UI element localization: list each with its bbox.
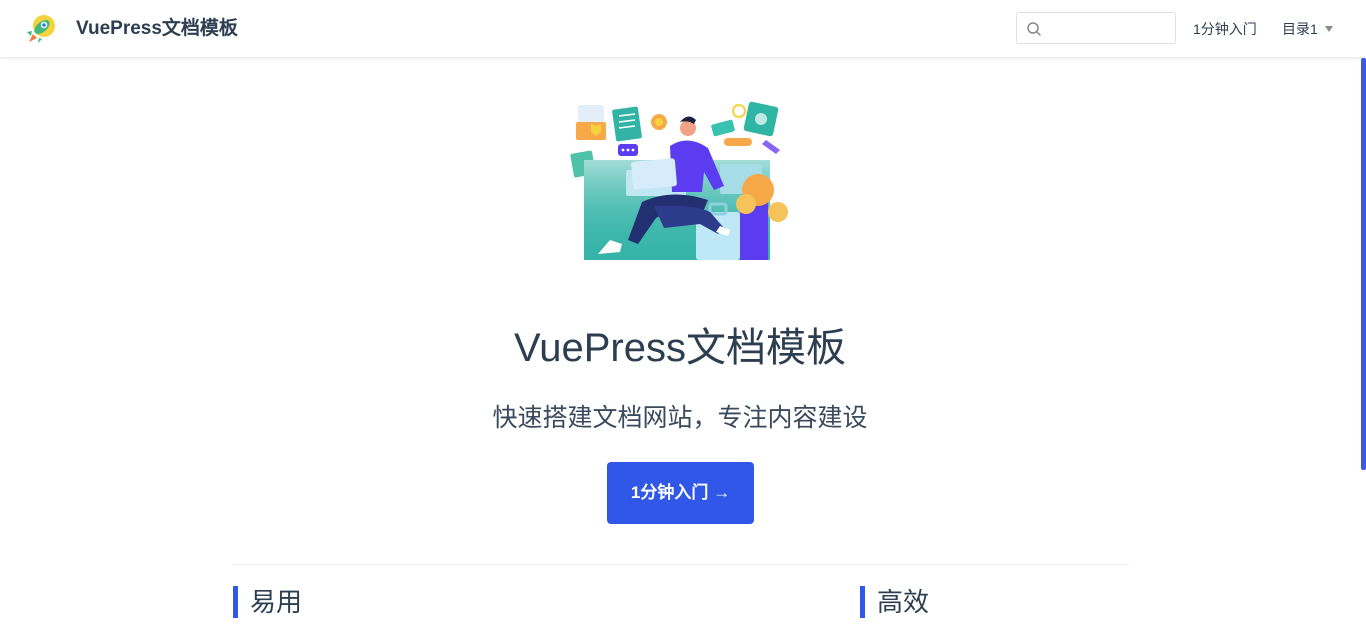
site-name[interactable]: VuePress文档模板 [76,17,238,41]
nav-link-quickstart[interactable]: 1分钟入门 [1193,20,1257,38]
chevron-down-icon [1324,26,1333,32]
nav-dropdown-toc[interactable]: 目录1 [1282,20,1333,38]
get-started-button[interactable]: 1分钟入门 → [607,462,754,524]
feature-title-efficient: 高效 [860,586,929,618]
hero-illustration [570,101,788,260]
feature-title-label: 易用 [250,587,303,617]
hero-title: VuePress文档模板 [514,326,846,370]
search-box[interactable] [1016,12,1176,44]
navbar: VuePress文档模板 1分钟入门 目录1 [0,0,1366,58]
divider [232,564,1129,565]
hero-description: 快速搭建文档网站，专注内容建设 [492,404,868,432]
search-input[interactable] [1047,17,1171,41]
feature-title-easy: 易用 [233,586,302,618]
nav-dropdown-label: 目录1 [1282,21,1318,37]
feature-title-label: 高效 [877,587,930,617]
search-icon [1027,22,1041,36]
scrollbar-thumb[interactable] [1361,58,1366,470]
rocket-icon[interactable] [24,12,58,46]
